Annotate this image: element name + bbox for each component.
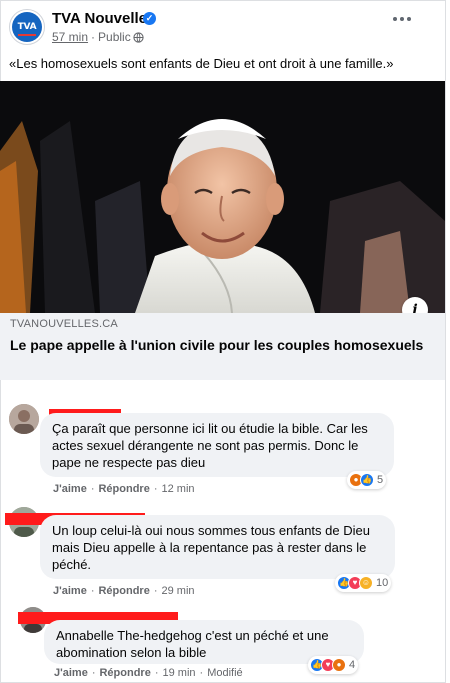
- post-text: «Les homosexuels sont enfants de Dieu et…: [9, 56, 394, 71]
- reply-button[interactable]: Répondre: [98, 585, 149, 597]
- pope-photo-illustration: [0, 81, 445, 313]
- page-name[interactable]: TVA Nouvelles: [52, 10, 155, 27]
- haha-reaction-icon: ☺: [359, 576, 373, 590]
- reaction-count: 10: [376, 577, 389, 589]
- meta-separator: ·: [91, 30, 96, 44]
- comment-actions: J'aime · Répondre · 19 min · Modifié: [54, 667, 243, 679]
- commenter-avatar[interactable]: [9, 404, 39, 434]
- comment-bubble: Un loup celui-là oui nous sommes tous en…: [40, 515, 395, 579]
- verified-badge-icon: ✓: [143, 12, 156, 25]
- like-button[interactable]: J'aime: [53, 483, 87, 495]
- globe-icon: [133, 31, 144, 43]
- tva-logo-text: TVA: [17, 22, 37, 32]
- like-reaction-icon: 👍: [360, 473, 374, 487]
- reply-button[interactable]: Répondre: [98, 483, 149, 495]
- link-title[interactable]: Le pape appelle à l'union civile pour le…: [10, 336, 430, 354]
- like-button[interactable]: J'aime: [53, 585, 87, 597]
- reaction-count: 5: [377, 474, 384, 486]
- comment-text: Annabelle The-hedgehog c'est un péché et…: [56, 628, 329, 660]
- comment-time[interactable]: 19 min: [163, 667, 196, 679]
- post-photo[interactable]: [0, 81, 445, 313]
- angry-reaction-icon: ●: [332, 658, 346, 672]
- more-options-icon[interactable]: [393, 13, 417, 25]
- comment-bubble: Ça paraît que personne ici lit ou étudie…: [40, 413, 394, 477]
- like-button[interactable]: J'aime: [54, 667, 88, 679]
- reaction-count: 4: [349, 659, 356, 671]
- reaction-summary[interactable]: 👍 ♥ ● 4: [308, 656, 359, 674]
- comment-actions: J'aime · Répondre · 29 min: [53, 585, 195, 597]
- comment-text: Un loup celui-là oui nous sommes tous en…: [52, 523, 370, 572]
- post-audience: Public: [98, 30, 131, 44]
- reaction-summary[interactable]: ● 👍 5: [347, 471, 387, 489]
- post-timestamp[interactable]: 57 min: [52, 30, 88, 44]
- page-avatar[interactable]: TVA: [9, 9, 45, 45]
- comment-text: Ça paraît que personne ici lit ou étudie…: [52, 421, 368, 470]
- comment-actions: J'aime · Répondre · 12 min: [53, 483, 195, 495]
- post-meta: 57 min · Public: [52, 30, 144, 44]
- link-domain: TVANOUVELLES.CA: [10, 318, 118, 330]
- comment-time[interactable]: 12 min: [162, 483, 195, 495]
- comment-time[interactable]: 29 min: [162, 585, 195, 597]
- reaction-summary[interactable]: 👍 ♥ ☺ 10: [335, 574, 392, 592]
- edited-label: Modifié: [207, 667, 243, 679]
- reply-button[interactable]: Répondre: [99, 667, 150, 679]
- tva-logo: TVA: [12, 12, 42, 42]
